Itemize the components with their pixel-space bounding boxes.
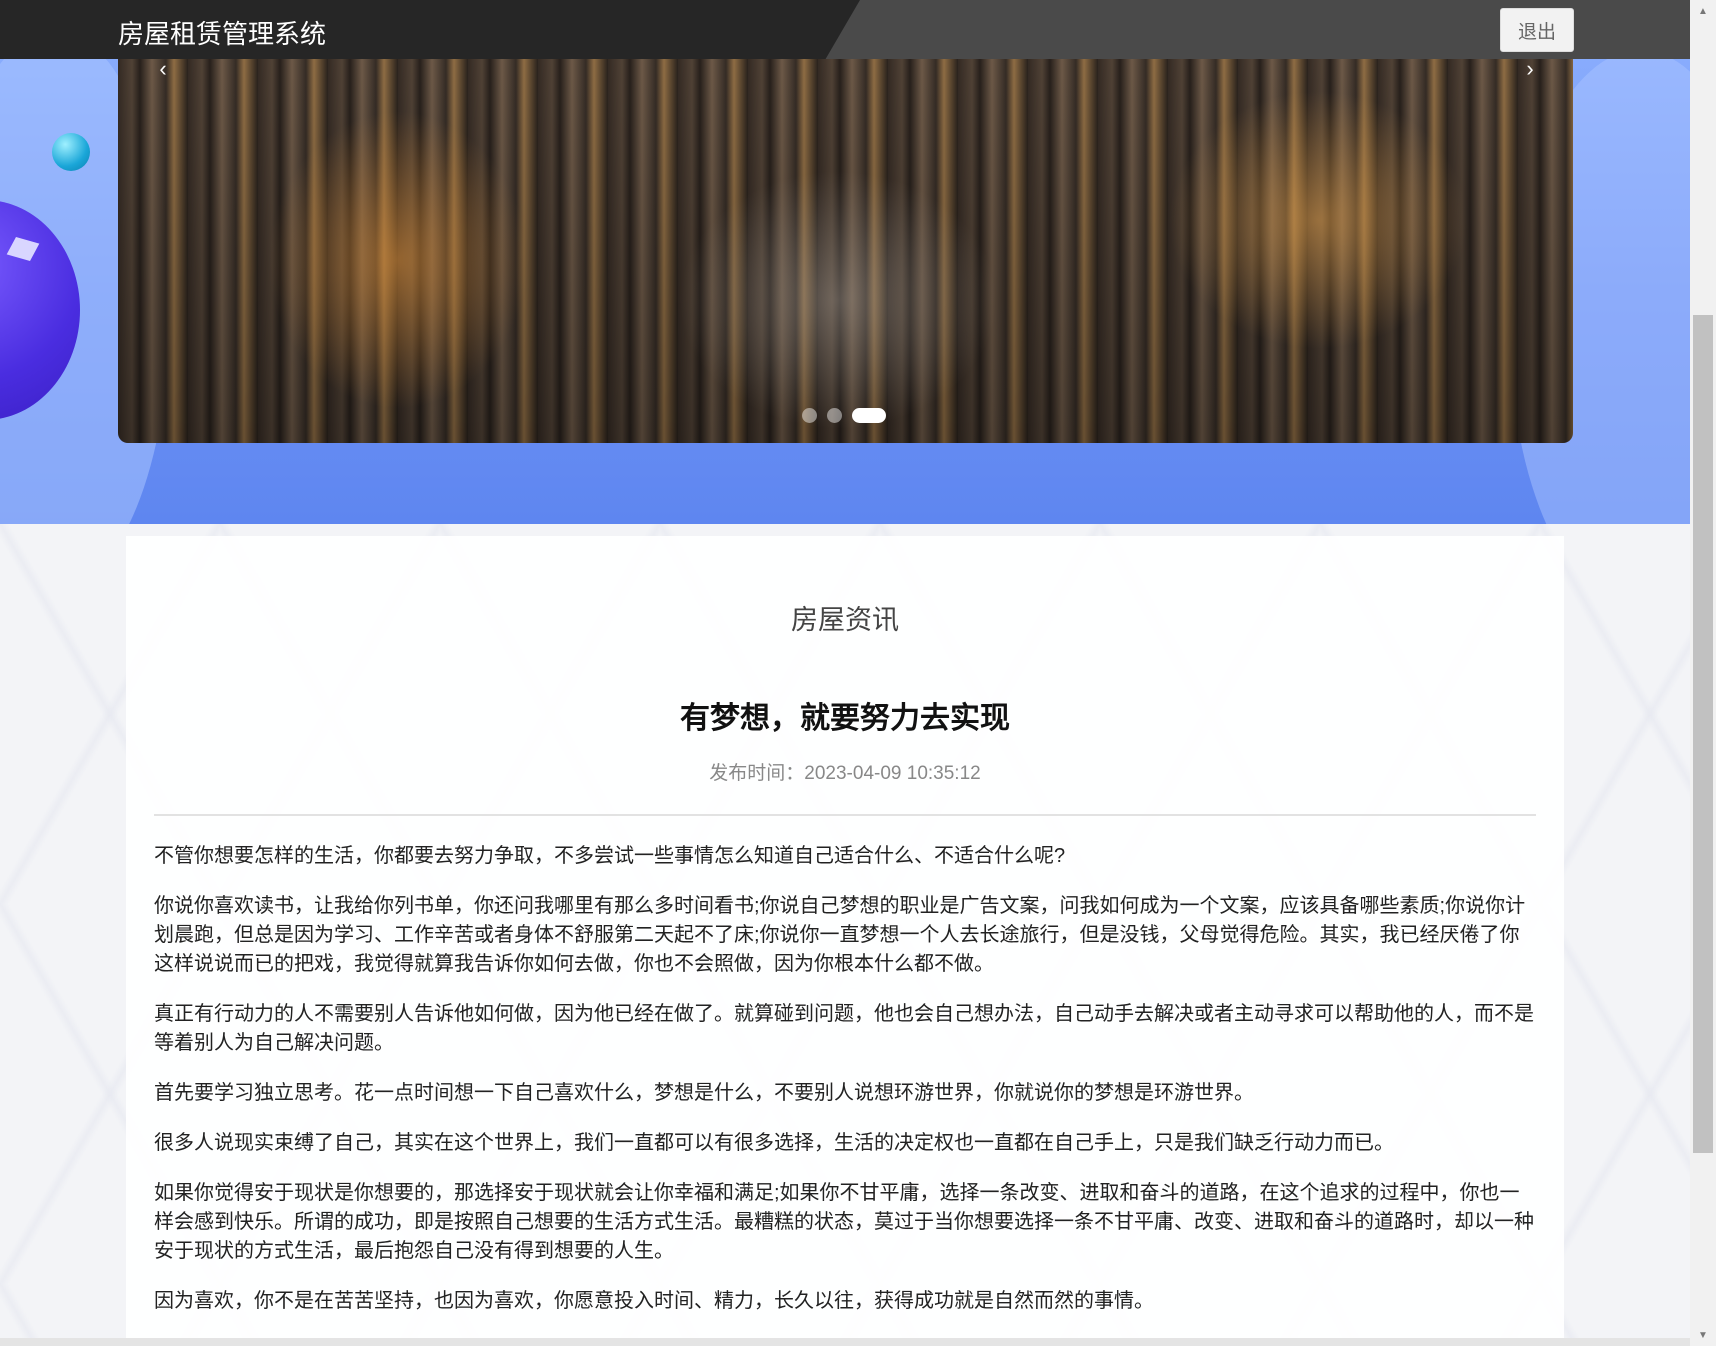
publish-time: 发布时间：2023-04-09 10:35:12 (126, 758, 1564, 785)
article-paragraph: 如果你觉得安于现状是你想要的，那选择安于现状就会让你幸福和满足;如果你不甘平庸，… (154, 1182, 1534, 1262)
section-title: 房屋资讯 (791, 605, 899, 635)
divider (154, 814, 1536, 816)
carousel-indicators (802, 408, 886, 423)
decor-ball-small (52, 133, 90, 171)
publish-time-value: 2023-04-09 10:35:12 (804, 763, 981, 784)
carousel-image-highlight (268, 110, 528, 410)
horizontal-scrollbar[interactable] (0, 1338, 1690, 1346)
carousel-image-highlight (1168, 90, 1468, 350)
article-paragraph: 很多人说现实束缚了自己，其实在这个世界上，我们一直都可以有很多选择，生活的决定权… (154, 1132, 1394, 1154)
logout-button[interactable]: 退出 (1500, 8, 1574, 52)
publish-time-label: 发布时间： (709, 763, 805, 784)
article-paragraph: 不管你想要怎样的生活，你都要去努力争取，不多尝试一些事情怎么知道自己适合什么、不… (154, 845, 1066, 867)
article-paragraph: 你说你喜欢读书，让我给你列书单，你还问我哪里有那么多时间看书;你说自己梦想的职业… (154, 895, 1526, 975)
banner-carousel[interactable]: ‹ › (118, 50, 1573, 443)
article-paragraph: 因为喜欢，你不是在苦苦坚持，也因为喜欢，你愿意投入时间、精力，长久以往，获得成功… (154, 1290, 1154, 1312)
article-paragraph: 真正有行动力的人不需要别人告诉他如何做，因为他已经在做了。就算碰到问题，他也会自… (154, 1003, 1534, 1054)
carousel-image-highlight (678, 170, 998, 430)
article-content: 不管你想要怎样的生活，你都要去努力争取，不多尝试一些事情怎么知道自己适合什么、不… (154, 842, 1538, 1337)
article-title: 有梦想，就要努力去实现 (680, 702, 1010, 735)
vertical-scrollbar[interactable]: ▲ ▼ (1690, 0, 1716, 1346)
carousel-dot[interactable] (827, 408, 842, 423)
article-card: 房屋资讯 有梦想，就要努力去实现 发布时间：2023-04-09 10:35:1… (126, 536, 1564, 1346)
scroll-up-icon[interactable]: ▲ (1690, 2, 1716, 20)
carousel-dot[interactable] (802, 408, 817, 423)
article-paragraph: 首先要学习独立思考。花一点时间想一下自己喜欢什么，梦想是什么，不要别人说想环游世… (154, 1082, 1254, 1104)
carousel-dot-active[interactable] (852, 408, 886, 423)
scroll-down-icon[interactable]: ▼ (1690, 1326, 1716, 1344)
scrollbar-thumb[interactable] (1693, 315, 1713, 1153)
app-title: 房屋租赁管理系统 (118, 19, 327, 49)
